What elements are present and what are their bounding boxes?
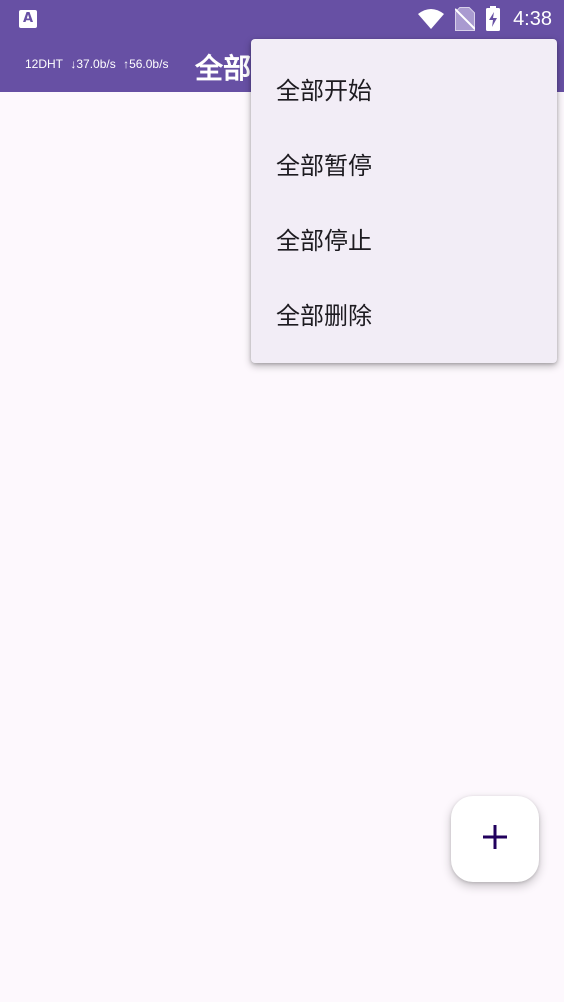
- upload-speed: ↑56.0b/s: [123, 57, 169, 71]
- app-notification-icon: A: [19, 10, 37, 28]
- no-sim-icon: [455, 7, 476, 31]
- menu-item-stop-all[interactable]: 全部停止: [251, 201, 557, 276]
- speed-info: 12DHT ↓37.0b/s ↑56.0b/s: [25, 57, 172, 71]
- status-bar: A 4:38: [0, 0, 564, 38]
- download-speed: ↓37.0b/s: [70, 57, 116, 71]
- menu-item-label: 全部停止: [276, 227, 372, 255]
- overflow-menu: 全部开始 全部暂停 全部停止 全部删除: [251, 39, 557, 363]
- menu-item-pause-all[interactable]: 全部暂停: [251, 126, 557, 201]
- menu-item-start-all[interactable]: 全部开始: [251, 51, 557, 126]
- add-task-button[interactable]: [451, 796, 539, 882]
- plus-icon: [482, 824, 508, 854]
- wifi-icon: [417, 8, 445, 30]
- status-icons: 4:38: [417, 0, 552, 38]
- page-title[interactable]: 全部: [195, 47, 251, 87]
- app-notification-letter: A: [22, 11, 34, 26]
- menu-item-label: 全部暂停: [276, 152, 372, 180]
- status-time: 4:38: [513, 7, 552, 30]
- battery-charging-icon: [485, 6, 501, 32]
- menu-item-delete-all[interactable]: 全部删除: [251, 276, 557, 351]
- dht-count: 12DHT: [25, 57, 64, 71]
- menu-item-label: 全部删除: [276, 302, 372, 330]
- menu-item-label: 全部开始: [276, 77, 372, 105]
